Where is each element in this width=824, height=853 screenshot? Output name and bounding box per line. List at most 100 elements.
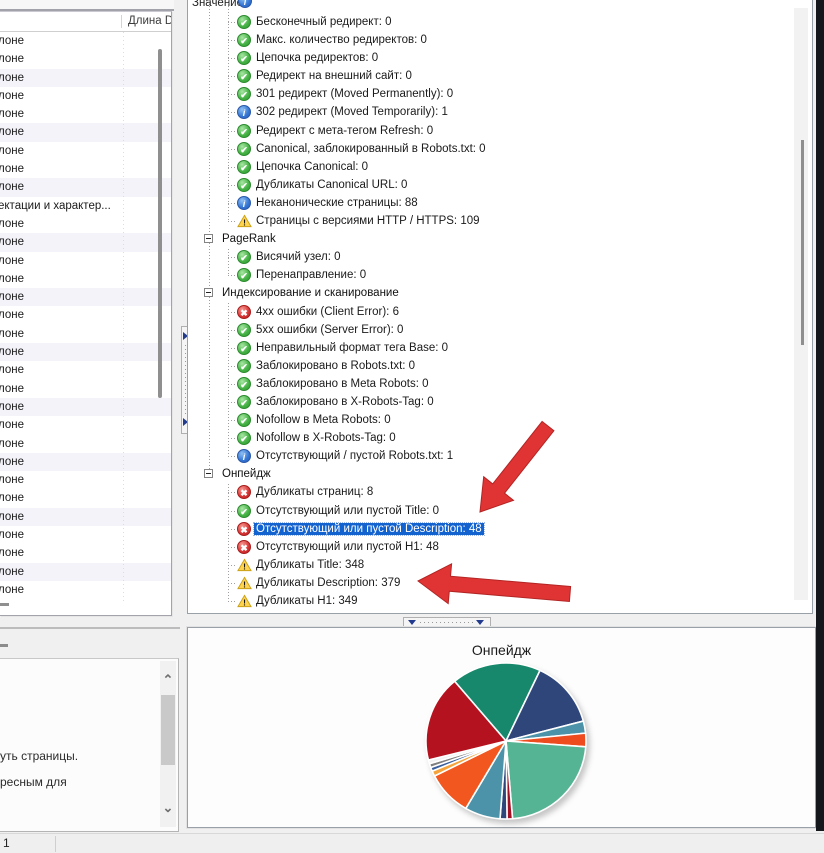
text-panel-scrollbar[interactable]: ⌃ ⌄	[160, 661, 176, 827]
table-cell-text: лоне	[0, 163, 24, 175]
tree-column-header[interactable]: Значение	[192, 0, 243, 9]
tree-item[interactable]: ✔Дубликаты Canonical URL: 0	[188, 176, 788, 194]
table-row[interactable]: лоне	[0, 361, 171, 379]
tree-item[interactable]: ✔Заблокировано в Meta Robots: 0	[188, 375, 788, 393]
tree-item[interactable]: ✔Перенаправление: 0	[188, 266, 788, 284]
table-row[interactable]: лоне	[0, 343, 171, 361]
table-row[interactable]: лоне	[0, 270, 171, 288]
collapse-toggle[interactable]	[204, 469, 213, 478]
table-row[interactable]: лоне	[0, 87, 171, 105]
tree-item[interactable]: i302 редирект (Moved Temporarily): 1	[188, 103, 788, 121]
table-row[interactable]: лоне	[0, 50, 171, 68]
tree-item[interactable]: !Дубликаты Description: 379	[188, 574, 788, 592]
table-row[interactable]: лоне	[0, 489, 171, 507]
scroll-up-icon[interactable]: ⌃	[160, 673, 176, 687]
tree-item[interactable]: ✔Висячий узел: 0	[188, 248, 788, 266]
tree-item-label: Перенаправление: 0	[254, 269, 368, 281]
table-row[interactable]: лоне	[0, 215, 171, 233]
table-row[interactable]: лоне	[0, 453, 171, 471]
tree-item[interactable]: ✔Заблокировано в X-Robots-Tag: 0	[188, 393, 788, 411]
tree-item[interactable]: ✖Отсутствующий или пустой H1: 48	[188, 538, 788, 556]
tree-item[interactable]: ✔Бесконечный редирект: 0	[188, 13, 788, 31]
scrollbar-thumb[interactable]	[161, 695, 175, 765]
tree-item[interactable]: !Дубликаты Title: 348	[188, 556, 788, 574]
pie-slice	[506, 741, 586, 819]
table-row[interactable]: лоне	[0, 105, 171, 123]
tree-item[interactable]: ✖Дубликаты страниц: 8	[188, 483, 788, 501]
table-row[interactable]: лоне	[0, 178, 171, 196]
table-row[interactable]: лоне	[0, 526, 171, 544]
table-horizontal-scrollbar-thumb[interactable]	[0, 603, 9, 606]
table-row[interactable]: лоне	[0, 306, 171, 324]
table-row[interactable]: лоне	[0, 416, 171, 434]
table-row[interactable]: лоне	[0, 435, 171, 453]
success-check-icon: ✔	[237, 33, 251, 47]
tree-item-label: Дубликаты H1: 349	[254, 595, 360, 607]
svg-text:!: !	[243, 580, 246, 590]
tree-item[interactable]: ✔5xx ошибки (Server Error): 0	[188, 321, 788, 339]
tree-item-label: 302 редирект (Moved Temporarily): 1	[254, 106, 450, 118]
collapse-down-icon[interactable]	[476, 620, 484, 625]
tree-group-row[interactable]: PageRank	[188, 230, 788, 248]
tree-item[interactable]: ✔Цепочка редиректов: 0	[188, 49, 788, 67]
tree-group-row[interactable]: Индексирование и сканирование	[188, 284, 788, 302]
column-header-length[interactable]: Длина D	[128, 15, 172, 27]
table-cell-text: лоне	[0, 72, 24, 84]
tree-item[interactable]: ✔Canonical, заблокированный в Robots.txt…	[188, 140, 788, 158]
table-row[interactable]: лоне	[0, 581, 171, 599]
info-icon: i	[237, 196, 251, 210]
collapse-down-icon[interactable]	[408, 620, 416, 625]
tree-scrollbar[interactable]	[794, 8, 808, 600]
tree-scrollbar-thumb[interactable]	[801, 140, 804, 345]
table-row[interactable]: лоне	[0, 380, 171, 398]
tree-item[interactable]: ✔Nofollow в Meta Robots: 0	[188, 411, 788, 429]
collapse-toggle[interactable]	[204, 288, 213, 297]
column-gridline	[123, 32, 124, 602]
tree-item[interactable]: ✔Отсутствующий или пустой Title: 0	[188, 502, 788, 520]
tree-item[interactable]: ✔Заблокировано в Robots.txt: 0	[188, 357, 788, 375]
table-row[interactable]: лоне	[0, 508, 171, 526]
table-header-row[interactable]: Длина D	[0, 12, 171, 32]
tree-item[interactable]: ✖4xx ошибки (Client Error): 6	[188, 303, 788, 321]
table-row[interactable]: лоне	[0, 233, 171, 251]
tree-item[interactable]: ✔Редирект с мета-тегом Refresh: 0	[188, 122, 788, 140]
tree-connector-stub	[228, 420, 236, 421]
tree-item[interactable]: ✖Отсутствующий или пустой Description: 4…	[188, 520, 788, 538]
scroll-down-icon[interactable]: ⌄	[160, 801, 176, 815]
tree-item[interactable]: iОтсутствующий / пустой Robots.txt: 1	[188, 447, 788, 465]
app-window: { "colors": { "ok": "#3aa63a", "error": …	[0, 0, 824, 852]
table-row[interactable]: лоне	[0, 123, 171, 141]
table-row[interactable]: лоне	[0, 32, 171, 50]
table-row[interactable]: лоне	[0, 398, 171, 416]
tree-group-row[interactable]: Онпейдж	[188, 465, 788, 483]
tree-item[interactable]: !Страницы с версиями HTTP / HTTPS: 109	[188, 212, 788, 230]
table-row[interactable]: ектации и характер...	[0, 197, 171, 215]
tree-item[interactable]: ✔Цепочка Canonical: 0	[188, 158, 788, 176]
table-row[interactable]: лоне	[0, 544, 171, 562]
collapse-toggle[interactable]	[204, 234, 213, 243]
table-row[interactable]: лоне	[0, 288, 171, 306]
table-cell-text: лоне	[0, 401, 24, 413]
tree-item[interactable]: ✔Неправильный формат тега Base: 0	[188, 339, 788, 357]
tree-item[interactable]: ✔Редирект на внешний сайт: 0	[188, 67, 788, 85]
tree-item-label: Цепочка Canonical: 0	[254, 161, 370, 173]
tree-item-label: 301 редирект (Moved Permanently): 0	[254, 88, 455, 100]
table-vertical-scrollbar-thumb[interactable]	[158, 49, 162, 398]
table-row[interactable]: лоне	[0, 69, 171, 87]
tree-connector-stub	[228, 529, 236, 530]
table-row[interactable]: лоне	[0, 252, 171, 270]
table-row[interactable]: лоне	[0, 160, 171, 178]
tree-item-label: Дубликаты страниц: 8	[254, 486, 375, 498]
tree-item[interactable]: !Дубликаты H1: 349	[188, 592, 788, 610]
table-row[interactable]: лоне	[0, 142, 171, 160]
tree-item[interactable]: ✔301 редирект (Moved Permanently): 0	[188, 85, 788, 103]
tree-item[interactable]: ✔Макс. количество редиректов: 0	[188, 31, 788, 49]
tree-connector-stub	[228, 275, 236, 276]
tree-item[interactable]: ✔Nofollow в X-Robots-Tag: 0	[188, 429, 788, 447]
table-row[interactable]: лоне	[0, 325, 171, 343]
table-row[interactable]: лоне	[0, 563, 171, 581]
table-row[interactable]: лоне	[0, 471, 171, 489]
success-check-icon: ✔	[237, 323, 251, 337]
tree-connector-stub	[228, 511, 236, 512]
tree-item[interactable]: iНеканонические страницы: 88	[188, 194, 788, 212]
